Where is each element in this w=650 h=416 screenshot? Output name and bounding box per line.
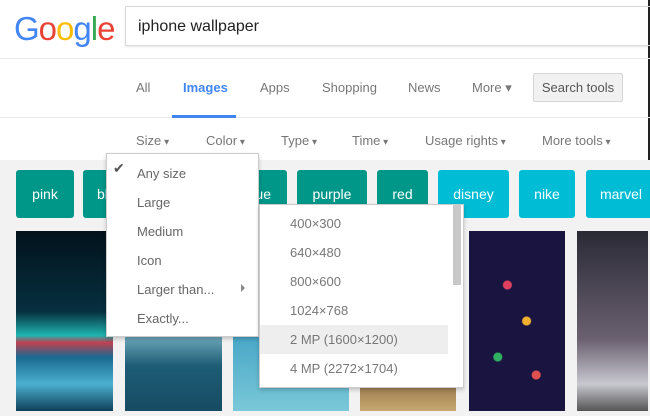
size-dropdown-menu: ✔ Any size Large Medium Icon Larger than…: [106, 153, 259, 337]
larger-than-option[interactable]: 800×600: [260, 267, 448, 296]
larger-than-option-highlighted[interactable]: 2 MP (1600×1200): [260, 325, 448, 354]
image-result[interactable]: [469, 231, 565, 411]
filter-type[interactable]: Type: [281, 133, 317, 148]
larger-than-option[interactable]: 1024×768: [260, 296, 448, 325]
search-tools-button[interactable]: Search tools: [533, 73, 623, 102]
size-option-larger-than[interactable]: Larger than...: [107, 275, 258, 304]
size-option-medium[interactable]: Medium: [107, 217, 258, 246]
chip-pink[interactable]: pink: [16, 170, 74, 218]
search-tabs: All Images Apps Shopping News More ▾ Sea…: [0, 58, 650, 118]
chip-marvel[interactable]: marvel: [586, 170, 650, 218]
tab-news[interactable]: News: [408, 80, 441, 95]
tab-shopping[interactable]: Shopping: [322, 80, 377, 95]
tab-images[interactable]: Images: [183, 80, 228, 95]
scrollbar-thumb[interactable]: [453, 205, 461, 285]
size-option-large[interactable]: Large: [107, 188, 258, 217]
larger-than-option[interactable]: 640×480: [260, 238, 448, 267]
image-result[interactable]: [16, 231, 113, 411]
google-logo[interactable]: Google: [14, 10, 115, 48]
size-option-any[interactable]: Any size: [107, 159, 258, 188]
search-input[interactable]: iphone wallpaper: [125, 6, 650, 46]
active-tab-indicator: [172, 115, 236, 118]
chip-nike[interactable]: nike: [519, 170, 575, 218]
filter-size[interactable]: Size: [136, 133, 169, 148]
larger-than-option[interactable]: 4 MP (2272×1704): [260, 354, 448, 383]
tab-apps[interactable]: Apps: [260, 80, 290, 95]
tab-more[interactable]: More ▾: [472, 80, 512, 96]
filter-color[interactable]: Color: [206, 133, 245, 148]
tab-all[interactable]: All: [136, 80, 150, 95]
larger-than-option[interactable]: 400×300: [260, 209, 448, 238]
filter-more-tools[interactable]: More tools: [542, 133, 611, 148]
size-option-icon[interactable]: Icon: [107, 246, 258, 275]
filter-usage-rights[interactable]: Usage rights: [425, 133, 506, 148]
submenu-arrow-icon: [241, 284, 245, 292]
size-option-exactly[interactable]: Exactly...: [107, 304, 258, 333]
larger-than-submenu: 400×300 640×480 800×600 1024×768 2 MP (1…: [259, 204, 464, 388]
filter-time[interactable]: Time: [352, 133, 388, 148]
image-result[interactable]: [577, 231, 648, 411]
